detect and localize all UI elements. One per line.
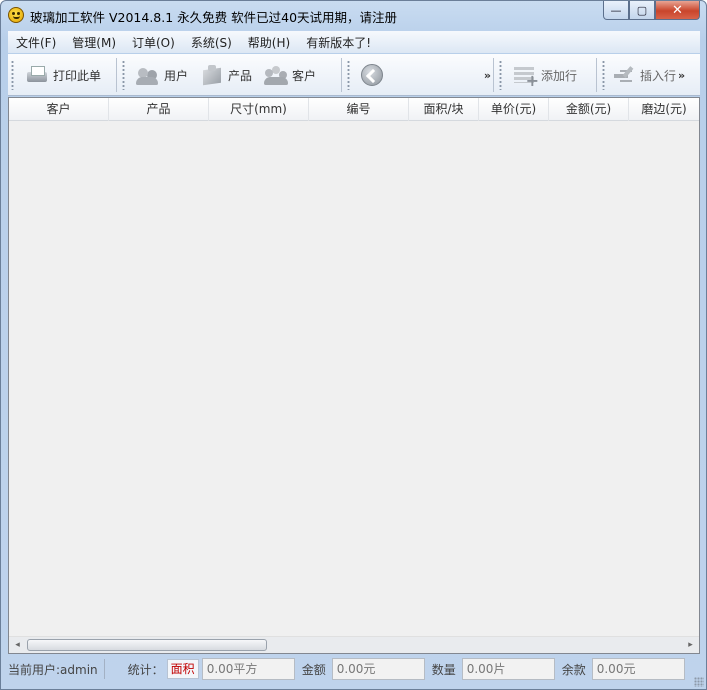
column-header-size[interactable]: 尺寸(mm) (209, 98, 309, 121)
customer-button[interactable]: 客户 (258, 60, 322, 90)
amount-value-field: 0.00元 (331, 658, 425, 680)
quantity-label: 数量 (431, 662, 456, 677)
toolbar-separator (116, 58, 117, 92)
add-row-button[interactable]: 添加行 (507, 60, 583, 90)
window-title: 玻璃加工软件 V2014.8.1 永久免费 软件已过40天试用期，请注册 (30, 10, 398, 25)
column-header-edging[interactable]: 磨边(元) (629, 98, 699, 121)
quantity-value-field: 0.00片 (461, 658, 555, 680)
printer-icon (25, 64, 49, 86)
app-window: 玻璃加工软件 V2014.8.1 永久免费 软件已过40天试用期，请注册 — ▢… (0, 0, 707, 690)
product-button-label: 产品 (228, 68, 253, 83)
print-button[interactable]: 打印此单 (19, 60, 107, 90)
menu-order[interactable]: 订单(O) (124, 34, 183, 51)
close-button[interactable]: ✕ (655, 1, 700, 20)
balance-value-field: 0.00元 (591, 658, 685, 680)
print-button-label: 打印此单 (53, 68, 102, 83)
toolbar-overflow-chevron[interactable]: » (678, 69, 685, 82)
smiley-app-icon[interactable] (8, 7, 24, 23)
toolbar-group-manage: 用户 产品 客户 (114, 56, 322, 94)
user-button[interactable]: 用户 (130, 60, 194, 90)
maximize-button[interactable]: ▢ (629, 1, 655, 20)
column-header-number[interactable]: 编号 (309, 98, 409, 121)
area-label: 面积 (166, 659, 199, 679)
menu-help[interactable]: 帮助(H) (240, 34, 298, 51)
box-icon (200, 64, 224, 86)
scroll-thumb[interactable] (27, 639, 267, 651)
stats-label: 统计： (127, 662, 164, 677)
toolbar-grip[interactable] (602, 60, 605, 90)
area-value-field: 0.00平方 (201, 658, 295, 680)
scroll-right-icon[interactable]: ▸ (682, 637, 699, 653)
menu-system[interactable]: 系统(S) (183, 34, 240, 51)
title-bar[interactable]: 玻璃加工软件 V2014.8.1 永久免费 软件已过40天试用期，请注册 — ▢… (1, 1, 706, 29)
status-bar: 当前用户:admin 统计： 面积 0.00平方 金额 0.00元 数量 0.0… (8, 656, 700, 682)
menu-manage[interactable]: 管理(M) (64, 34, 124, 51)
back-arrow-icon (361, 64, 383, 86)
toolbar-group-insert: 插入行 » (594, 56, 700, 94)
grid-header: 客户 产品 尺寸(mm) 编号 面积/块 单价(元) 金额(元) 磨边(元) (9, 98, 699, 121)
resize-grip[interactable] (694, 677, 704, 687)
caption-buttons: — ▢ ✕ (603, 1, 700, 21)
toolbar-grip[interactable] (347, 60, 350, 90)
customer-button-label: 客户 (292, 68, 317, 83)
toolbar-group-rows: 添加行 (491, 56, 583, 94)
column-header-amount[interactable]: 金额(元) (549, 98, 629, 121)
toolbar-group-nav: » (339, 56, 491, 94)
insert-row-button[interactable]: 插入行 (610, 60, 678, 90)
order-grid[interactable]: 客户 产品 尺寸(mm) 编号 面积/块 单价(元) 金额(元) 磨边(元) ◂… (8, 97, 700, 654)
column-header-product[interactable]: 产品 (109, 98, 209, 121)
toolbar-separator (493, 58, 494, 92)
add-row-button-label: 添加行 (541, 68, 578, 83)
toolbar-grip[interactable] (122, 60, 125, 90)
status-separator (103, 659, 105, 679)
toolbar: 打印此单 用户 产品 客户 » + 添加行 插入行 » (8, 54, 700, 96)
menu-bar: 文件(F) 管理(M) 订单(O) 系统(S) 帮助(H) 有新版本了! (8, 31, 700, 53)
toolbar-grip[interactable] (499, 60, 502, 90)
menu-file[interactable]: 文件(F) (8, 34, 64, 51)
column-header-unit-price[interactable]: 单价(元) (479, 98, 549, 121)
toolbar-group-print: 打印此单 (8, 56, 107, 94)
insert-row-icon (612, 64, 636, 86)
column-header-area-per-piece[interactable]: 面积/块 (409, 98, 479, 121)
scroll-left-icon[interactable]: ◂ (9, 637, 26, 653)
toolbar-overflow-chevron[interactable]: » (484, 69, 491, 82)
people-icon (264, 64, 289, 86)
menu-new-version[interactable]: 有新版本了! (298, 34, 379, 51)
current-user-label: 当前用户:admin (8, 662, 98, 677)
user-button-label: 用户 (164, 68, 189, 83)
minimize-button[interactable]: — (603, 1, 629, 20)
toolbar-grip[interactable] (11, 60, 14, 90)
insert-row-button-label: 插入行 (640, 68, 677, 83)
back-button[interactable] (355, 60, 393, 90)
add-row-icon (513, 64, 539, 90)
balance-label: 余款 (561, 662, 586, 677)
product-button[interactable]: 产品 (194, 60, 258, 90)
toolbar-separator (596, 58, 597, 92)
amount-label: 金额 (301, 662, 326, 677)
horizontal-scrollbar[interactable]: ◂ ▸ (9, 636, 699, 653)
users-icon (136, 64, 160, 86)
toolbar-separator (341, 58, 342, 92)
column-header-customer[interactable]: 客户 (9, 98, 109, 121)
